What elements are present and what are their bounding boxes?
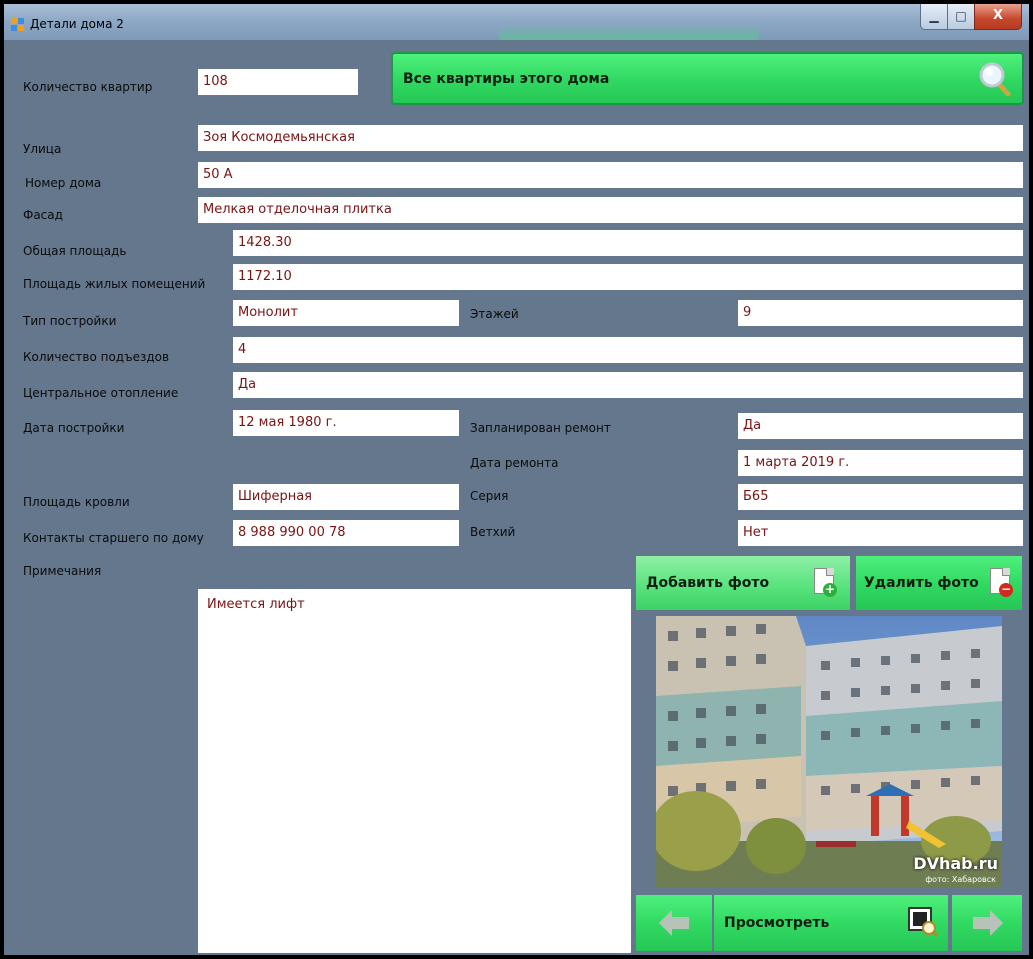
entrances-label: Количество подъездов [23, 350, 170, 364]
facade-label: Фасад [23, 208, 63, 222]
house-number-field[interactable]: 50 А [198, 162, 1023, 188]
total-area-field[interactable]: 1428.30 [233, 230, 1023, 256]
minimize-button[interactable]: ▁ [920, 4, 948, 30]
close-icon: X [992, 8, 1004, 23]
roof-area-label: Площадь кровли [23, 495, 130, 509]
senior-contact-field[interactable]: 8 988 990 00 78 [233, 520, 459, 546]
dilapidated-field[interactable]: Нет [738, 520, 1023, 546]
street-field[interactable]: Зоя Космодемьянская [198, 125, 1023, 151]
all-apartments-button-label: Все квартиры этого дома [403, 70, 610, 87]
building-type-field[interactable]: Монолит [233, 300, 459, 326]
title-bar-glow [499, 24, 759, 40]
arrow-right-icon [973, 910, 1003, 936]
house-photo: DVhab.ru фото: Хабаровск [656, 616, 1002, 887]
apartments-count-field[interactable]: 108 [198, 69, 358, 95]
search-magnifier-icon [979, 62, 1011, 97]
all-apartments-button[interactable]: Все квартиры этого дома [391, 52, 1024, 105]
view-button[interactable]: Просмотреть [714, 895, 948, 951]
maximize-button[interactable]: □ [947, 4, 975, 30]
add-document-icon: + [814, 568, 837, 597]
repair-date-field[interactable]: 1 марта 2019 г. [738, 450, 1023, 476]
minimize-icon: ▁ [929, 9, 939, 23]
arrow-left-icon [659, 910, 689, 936]
maximize-icon: □ [955, 9, 967, 23]
repair-planned-label: Запланирован ремонт [470, 421, 611, 435]
central-heating-label: Центральное отопление [23, 386, 179, 400]
repair-planned-field[interactable]: Да [738, 413, 1023, 439]
floors-label: Этажей [470, 307, 519, 321]
entrances-field[interactable]: 4 [233, 337, 1023, 363]
delete-photo-button-label: Удалить фото [864, 575, 979, 591]
dilapidated-label: Ветхий [470, 525, 516, 539]
series-label: Серия [470, 489, 509, 503]
house-details-window: Детали дома 2 ▁ □ X Количество квартир 1… [4, 4, 1029, 955]
plus-badge: + [823, 582, 837, 597]
floors-field[interactable]: 9 [738, 300, 1023, 326]
view-button-label: Просмотреть [724, 915, 830, 931]
delete-photo-button[interactable]: Удалить фото − [856, 556, 1022, 610]
facade-field[interactable]: Мелкая отделочная плитка [198, 197, 1023, 223]
photo-watermark-sub: фото: Хабаровск [925, 875, 996, 884]
add-photo-button-label: Добавить фото [646, 575, 770, 591]
central-heating-field[interactable]: Да [233, 372, 1023, 398]
minus-badge: − [999, 582, 1013, 597]
senior-contact-label: Контакты старшего по дому [23, 531, 204, 545]
series-field[interactable]: Б65 [738, 484, 1023, 510]
previous-photo-button[interactable] [636, 895, 712, 951]
build-date-field[interactable]: 12 мая 1980 г. [233, 410, 459, 436]
window-icon [11, 18, 25, 32]
notes-label: Примечания [23, 564, 102, 578]
street-label: Улица [23, 142, 62, 156]
living-area-label: Площадь жилых помещений [23, 277, 206, 291]
build-date-label: Дата постройки [23, 421, 125, 435]
living-area-field[interactable]: 1172.10 [233, 264, 1023, 290]
notes-textarea[interactable]: Имеется лифт [198, 589, 631, 953]
roof-area-field[interactable]: Шиферная [233, 484, 459, 510]
delete-document-icon: − [990, 568, 1013, 597]
next-photo-button[interactable] [952, 895, 1022, 951]
total-area-label: Общая площадь [23, 244, 127, 258]
house-number-label: Номер дома [25, 176, 102, 190]
repair-date-label: Дата ремонта [470, 456, 559, 470]
preview-icon [908, 907, 938, 937]
building-type-label: Тип постройки [23, 314, 117, 328]
close-button[interactable]: X [974, 4, 1022, 30]
window-title: Детали дома 2 [30, 17, 124, 31]
apartments-count-label: Количество квартир [23, 80, 153, 94]
photo-watermark: DVhab.ru [913, 854, 998, 873]
house-photo-image [656, 616, 1002, 887]
add-photo-button[interactable]: Добавить фото + [636, 556, 850, 610]
title-bar[interactable]: Детали дома 2 ▁ □ X [4, 4, 1029, 40]
